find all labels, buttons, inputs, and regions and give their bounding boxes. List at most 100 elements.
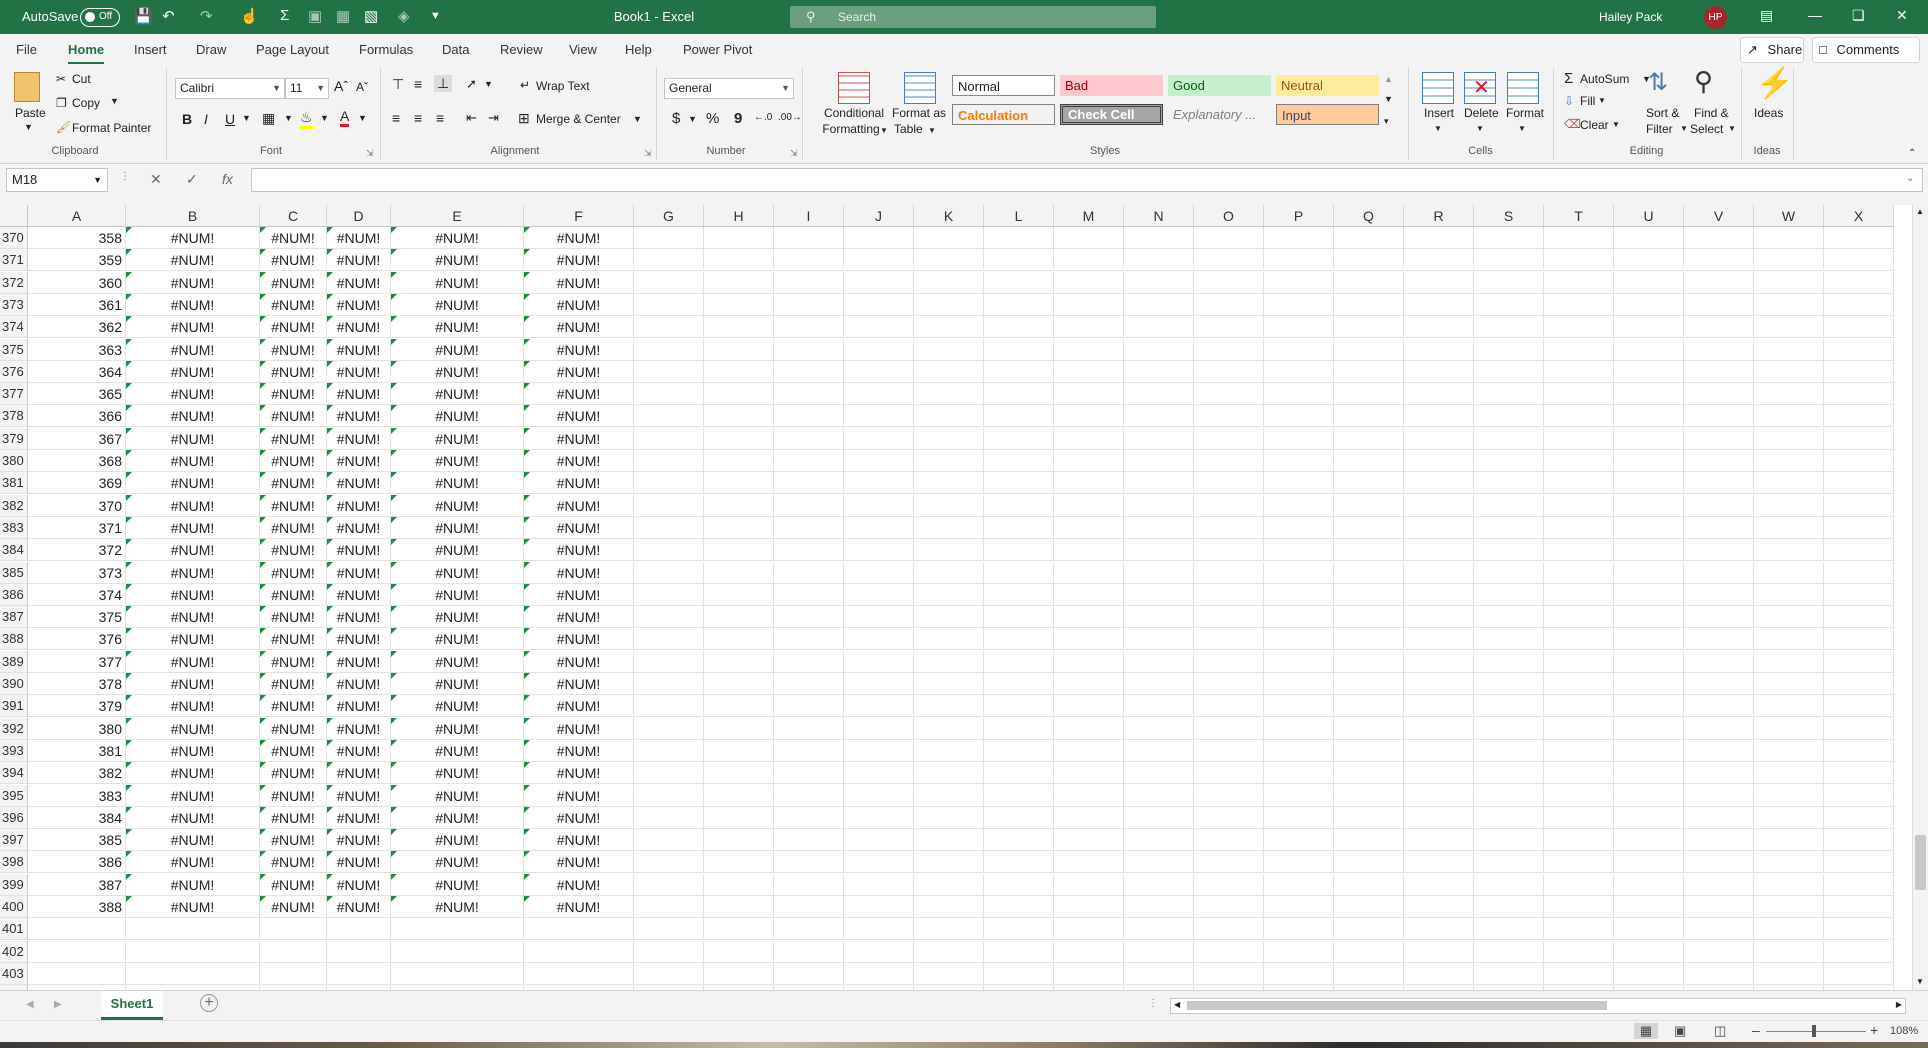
- empty-cell[interactable]: [1404, 383, 1474, 406]
- cell-b[interactable]: #NUM!: [126, 650, 260, 673]
- undo-icon[interactable]: ↶: [162, 7, 175, 27]
- empty-cell[interactable]: [1404, 293, 1474, 316]
- empty-cell[interactable]: [1754, 383, 1824, 406]
- bold-button[interactable]: B: [182, 111, 192, 127]
- empty-cell[interactable]: [1614, 450, 1684, 472]
- empty-cell[interactable]: [1404, 628, 1474, 651]
- cell-d[interactable]: #NUM!: [327, 896, 391, 918]
- column-header-a[interactable]: A: [28, 205, 126, 227]
- empty-cell[interactable]: [1404, 962, 1474, 985]
- empty-cell[interactable]: [984, 806, 1054, 829]
- empty-cell[interactable]: [1124, 383, 1194, 406]
- empty-cell[interactable]: [1684, 717, 1754, 740]
- empty-cell[interactable]: [984, 516, 1054, 539]
- empty-cell[interactable]: [1474, 271, 1544, 294]
- style-normal[interactable]: Normal: [952, 75, 1055, 96]
- empty-cell[interactable]: [914, 539, 984, 562]
- cell-a[interactable]: [28, 940, 126, 963]
- empty-cell[interactable]: [914, 673, 984, 695]
- empty-cell[interactable]: [1404, 940, 1474, 963]
- cell-d[interactable]: #NUM!: [327, 405, 391, 428]
- empty-cell[interactable]: [1054, 784, 1124, 807]
- empty-cell[interactable]: [1474, 940, 1544, 963]
- conditional-formatting-label-2[interactable]: Formatting: [812, 122, 890, 136]
- empty-cell[interactable]: [1194, 695, 1264, 718]
- empty-cell[interactable]: [914, 873, 984, 896]
- empty-cell[interactable]: [1054, 427, 1124, 450]
- vertical-scroll-thumb[interactable]: [1915, 835, 1926, 890]
- empty-cell[interactable]: [1194, 962, 1264, 985]
- empty-cell[interactable]: [1124, 695, 1194, 718]
- cell-b[interactable]: #NUM!: [126, 249, 260, 272]
- cell-e[interactable]: #NUM!: [391, 516, 524, 539]
- empty-cell[interactable]: [914, 561, 984, 584]
- cell-f[interactable]: #NUM!: [524, 829, 634, 852]
- empty-cell[interactable]: [1614, 227, 1684, 249]
- sheet-tab-sheet1[interactable]: Sheet1: [101, 991, 163, 1020]
- empty-cell[interactable]: [1544, 561, 1614, 584]
- column-header-e[interactable]: E: [391, 205, 524, 227]
- empty-cell[interactable]: [704, 650, 774, 673]
- wrap-text-button[interactable]: Wrap Text: [536, 79, 590, 93]
- empty-cell[interactable]: [1334, 873, 1404, 896]
- empty-cell[interactable]: [1194, 673, 1264, 695]
- empty-cell[interactable]: [1824, 472, 1894, 495]
- empty-cell[interactable]: [914, 695, 984, 718]
- empty-cell[interactable]: [984, 628, 1054, 651]
- empty-cell[interactable]: [1544, 962, 1614, 985]
- empty-cell[interactable]: [1404, 516, 1474, 539]
- empty-cell[interactable]: [1544, 494, 1614, 517]
- cell-f[interactable]: #NUM!: [524, 739, 634, 762]
- cell-f[interactable]: #NUM!: [524, 650, 634, 673]
- empty-cell[interactable]: [1474, 896, 1544, 918]
- empty-cell[interactable]: [1684, 962, 1754, 985]
- align-top-icon[interactable]: ⊤: [392, 76, 404, 93]
- cell-e[interactable]: #NUM!: [391, 650, 524, 673]
- cell-d[interactable]: #NUM!: [327, 650, 391, 673]
- scroll-left-icon[interactable]: ◀: [1174, 1000, 1180, 1009]
- cell-a[interactable]: 358: [28, 227, 126, 249]
- empty-cell[interactable]: [774, 673, 844, 695]
- empty-cell[interactable]: [1474, 606, 1544, 629]
- empty-cell[interactable]: [774, 851, 844, 874]
- normal-view-icon[interactable]: ▦: [1634, 1023, 1658, 1039]
- empty-cell[interactable]: [774, 873, 844, 896]
- empty-cell[interactable]: [914, 494, 984, 517]
- fill-button[interactable]: Fill: [1580, 94, 1595, 108]
- empty-cell[interactable]: [774, 539, 844, 562]
- cell-d[interactable]: #NUM!: [327, 249, 391, 272]
- empty-cell[interactable]: [1824, 762, 1894, 785]
- empty-cell[interactable]: [1334, 806, 1404, 829]
- empty-cell[interactable]: [1474, 739, 1544, 762]
- tab-data[interactable]: Data: [442, 42, 469, 57]
- cell-e[interactable]: #NUM!: [391, 896, 524, 918]
- empty-cell[interactable]: [704, 293, 774, 316]
- cell-a[interactable]: 385: [28, 829, 126, 852]
- restore-icon[interactable]: ❏: [1852, 7, 1865, 24]
- empty-cell[interactable]: [1754, 539, 1824, 562]
- empty-cell[interactable]: [1264, 227, 1334, 249]
- empty-cell[interactable]: [914, 940, 984, 963]
- empty-cell[interactable]: [634, 338, 704, 361]
- empty-cell[interactable]: [704, 896, 774, 918]
- empty-cell[interactable]: [844, 516, 914, 539]
- empty-cell[interactable]: [1054, 606, 1124, 629]
- empty-cell[interactable]: [1614, 383, 1684, 406]
- find-select-label-1[interactable]: Find &: [1694, 106, 1729, 120]
- empty-cell[interactable]: [774, 896, 844, 918]
- empty-cell[interactable]: [1614, 405, 1684, 428]
- cell-b[interactable]: [126, 940, 260, 963]
- empty-cell[interactable]: [1544, 472, 1614, 495]
- empty-cell[interactable]: [1754, 628, 1824, 651]
- empty-cell[interactable]: [1334, 494, 1404, 517]
- empty-cell[interactable]: [844, 717, 914, 740]
- zoom-slider[interactable]: [1766, 1031, 1866, 1032]
- empty-cell[interactable]: [1404, 873, 1474, 896]
- cell-f[interactable]: #NUM!: [524, 873, 634, 896]
- empty-cell[interactable]: [1614, 739, 1684, 762]
- format-painter-button[interactable]: Format Painter: [72, 121, 151, 135]
- autosum-icon[interactable]: Σ: [1564, 70, 1573, 87]
- find-select-icon[interactable]: ⚲: [1694, 66, 1713, 97]
- empty-cell[interactable]: [1054, 583, 1124, 606]
- font-color-icon[interactable]: A: [340, 108, 350, 127]
